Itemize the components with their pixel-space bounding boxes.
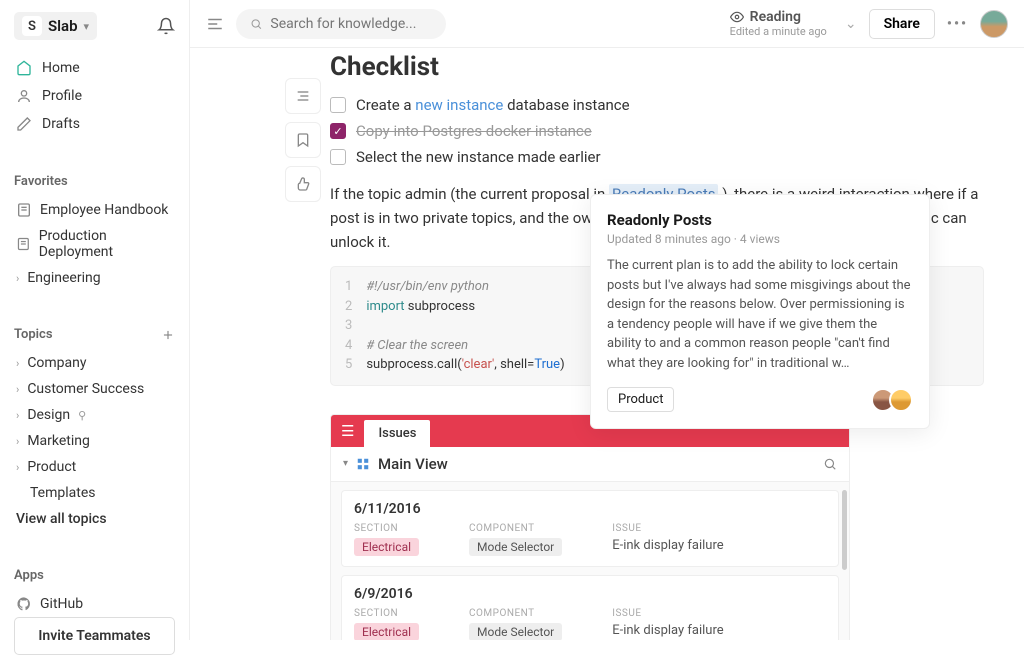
doc-rail [285, 78, 321, 202]
topic-item[interactable]: ›Design⚲ [14, 402, 175, 428]
checkbox-icon[interactable] [330, 149, 346, 165]
checklist-item[interactable]: ✓Copy into Postgres docker instance [330, 118, 984, 144]
chevron-right-icon: › [16, 383, 19, 396]
tag-component: Mode Selector [469, 623, 562, 641]
chevron-right-icon: › [16, 357, 19, 370]
app-github[interactable]: GitHub [14, 591, 175, 617]
preview-title: Readonly Posts [607, 211, 913, 229]
preview-avatars [877, 388, 913, 412]
nav-profile-label: Profile [42, 88, 82, 104]
embed-search-icon[interactable] [823, 457, 837, 471]
collapse-icon[interactable]: ▾ [343, 458, 348, 469]
user-icon [16, 88, 32, 104]
workspace-switcher[interactable]: S Slab ▾ [14, 12, 97, 40]
pencil-icon [16, 116, 32, 132]
nav-drafts[interactable]: Drafts [14, 110, 175, 138]
github-icon [16, 596, 32, 612]
nav-drafts-label: Drafts [42, 116, 80, 132]
doc-title: Checklist [330, 52, 984, 82]
lock-icon: ⚲ [78, 409, 86, 422]
topic-item[interactable]: ›Company [14, 350, 175, 376]
line-numbers: 12345 [345, 277, 366, 375]
doc-icon [16, 202, 32, 218]
chevron-down-icon: ▾ [84, 20, 90, 33]
search-icon [250, 17, 262, 31]
eye-icon [730, 10, 744, 24]
checklist-item[interactable]: Select the new instance made earlier [330, 144, 984, 170]
more-icon[interactable]: ••• [947, 16, 968, 32]
topic-item[interactable]: ›Product [14, 454, 175, 480]
hover-preview-card: Readonly Posts Updated 8 minutes ago · 4… [590, 194, 930, 429]
favorites-header: Favorites [14, 174, 175, 189]
embed-tab[interactable]: Issues [364, 420, 430, 447]
chevron-right-icon: › [16, 409, 19, 422]
home-icon [16, 60, 32, 76]
grid-icon [356, 457, 370, 471]
preview-meta: Updated 8 minutes ago · 4 views [607, 232, 913, 246]
checkbox-checked-icon[interactable]: ✓ [330, 123, 346, 139]
favorite-item[interactable]: ›Engineering [14, 265, 175, 291]
plus-icon[interactable] [161, 328, 175, 342]
clap-button[interactable] [285, 166, 321, 202]
avatar [889, 388, 913, 412]
topic-item[interactable]: Templates [14, 480, 175, 506]
tag-electrical: Electrical [354, 623, 419, 641]
issue-card[interactable]: 6/11/2016 SECTIONElectrical COMPONENTMod… [341, 490, 839, 567]
inline-link[interactable]: new instance [415, 96, 503, 114]
share-button[interactable]: Share [869, 9, 935, 39]
bell-icon[interactable] [157, 17, 175, 35]
chevron-right-icon: › [16, 435, 19, 448]
avatar[interactable] [980, 10, 1008, 38]
doc-icon [16, 236, 31, 252]
topic-chip[interactable]: Product [607, 387, 674, 412]
outline-button[interactable] [285, 78, 321, 114]
search-box[interactable] [236, 9, 446, 39]
chevron-right-icon: › [16, 272, 19, 285]
status-chevron-icon[interactable]: ⌄ [845, 16, 857, 32]
embed-frame: ☰ Issues ▾ Main View 6/11/2016 [330, 414, 850, 641]
embed-toolbar: ▾ Main View [331, 447, 849, 482]
scrollbar[interactable] [842, 490, 847, 570]
workspace-name: Slab [48, 17, 78, 35]
chevron-right-icon: › [16, 461, 19, 474]
issue-card[interactable]: 6/9/2016 SECTIONElectrical COMPONENTMode… [341, 575, 839, 641]
menu-icon[interactable] [206, 15, 224, 33]
nav-home-label: Home [42, 60, 80, 76]
embed-view-name[interactable]: Main View [378, 455, 448, 473]
topics-header: Topics [14, 327, 175, 342]
preview-body: The current plan is to add the ability t… [607, 256, 913, 373]
topbar: Reading Edited a minute ago ⌄ Share ••• [190, 0, 1024, 48]
favorite-item[interactable]: Production Deployment [14, 223, 175, 265]
topic-item[interactable]: ›Marketing [14, 428, 175, 454]
search-input[interactable] [270, 16, 432, 32]
invite-teammates-button[interactable]: Invite Teammates [14, 617, 175, 655]
sidebar: S Slab ▾ Home Profile Drafts Favorites E… [0, 0, 190, 640]
doc-status: Reading Edited a minute ago [730, 9, 827, 39]
issue-date: 6/11/2016 [354, 501, 826, 517]
favorite-item[interactable]: Employee Handbook [14, 197, 175, 223]
checklist-item[interactable]: Create a new instance database instance [330, 92, 984, 118]
nav-home[interactable]: Home [14, 54, 175, 82]
checkbox-icon[interactable] [330, 97, 346, 113]
embed-menu-icon[interactable]: ☰ [341, 422, 354, 440]
tag-component: Mode Selector [469, 538, 562, 556]
apps-header: Apps [14, 568, 175, 583]
topic-item[interactable]: ›Customer Success [14, 376, 175, 402]
view-all-topics[interactable]: View all topics [14, 506, 175, 532]
nav-profile[interactable]: Profile [14, 82, 175, 110]
issue-date: 6/9/2016 [354, 586, 826, 602]
tag-electrical: Electrical [354, 538, 419, 556]
bookmark-button[interactable] [285, 122, 321, 158]
workspace-initial: S [22, 16, 42, 36]
